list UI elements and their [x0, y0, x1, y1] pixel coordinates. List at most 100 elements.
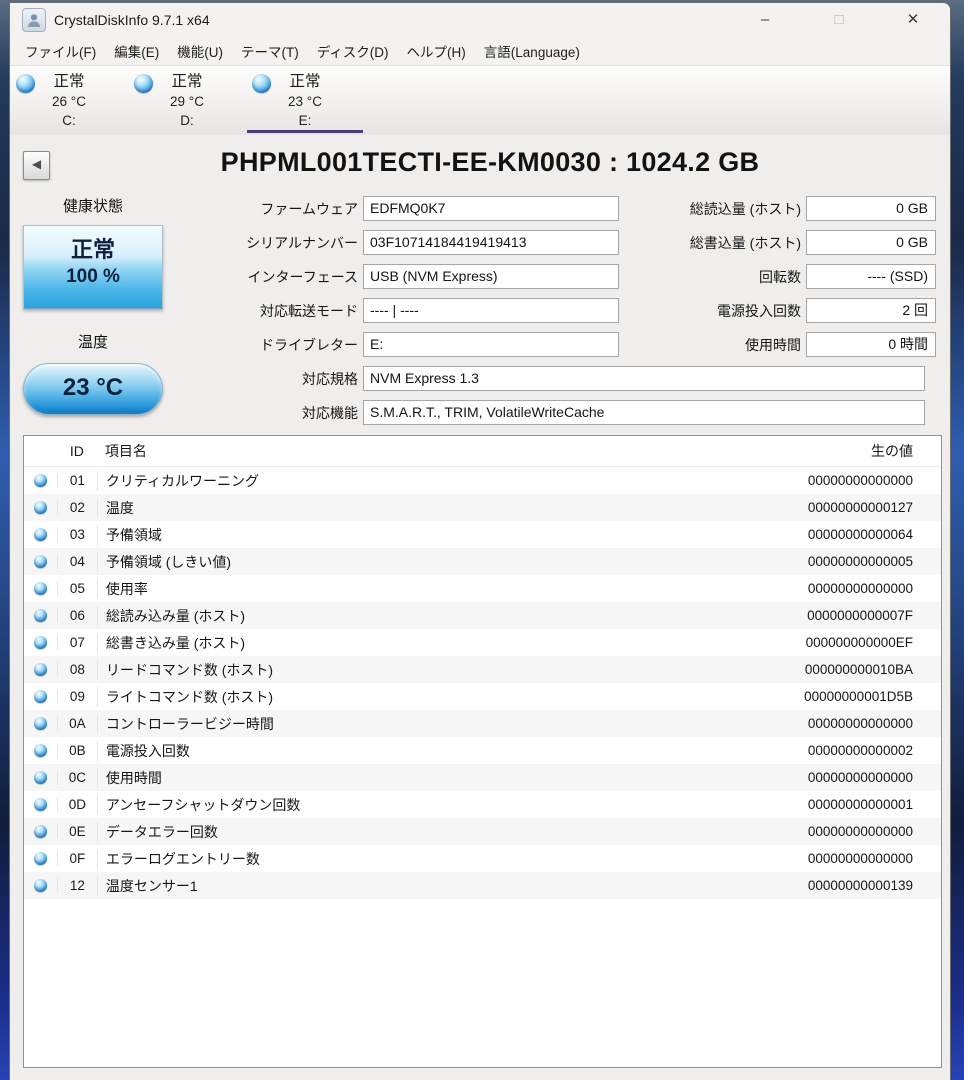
attribute-id: 06	[57, 608, 97, 623]
stat-field-row: 回転数 ---- (SSD)	[650, 264, 936, 289]
smart-attribute-row[interactable]: 12 温度センサー1 00000000000139	[24, 872, 941, 899]
attribute-id: 01	[57, 473, 97, 488]
stat-field-label: 電源投入回数	[650, 301, 801, 321]
attribute-name: 予備領域 (しきい値)	[97, 552, 723, 572]
smart-attribute-row[interactable]: 01 クリティカルワーニング 00000000000000	[24, 467, 941, 494]
attribute-status-orb-icon	[34, 501, 47, 514]
smart-attribute-row[interactable]: 02 温度 00000000000127	[24, 494, 941, 521]
attribute-name: ライトコマンド数 (ホスト)	[97, 687, 723, 707]
smart-attribute-row[interactable]: 08 リードコマンド数 (ホスト) 000000000010BA	[24, 656, 941, 683]
stat-field-value: 0 GB	[806, 230, 936, 255]
info-field-label: シリアルナンバー	[10, 233, 358, 253]
smart-attribute-row[interactable]: 0F エラーログエントリー数 00000000000000	[24, 845, 941, 872]
stat-field-row: 総読込量 (ホスト) 0 GB	[650, 196, 936, 221]
info-field-label: 対応規格	[10, 369, 358, 389]
drive-tab[interactable]: 正常 23 °C E:	[246, 66, 364, 136]
attribute-raw-value: 00000000000064	[722, 527, 941, 542]
attribute-id: 04	[57, 554, 97, 569]
smart-attribute-row[interactable]: 0D アンセーフシャットダウン回数 00000000000001	[24, 791, 941, 818]
back-arrow-button[interactable]: ◀	[23, 151, 50, 180]
info-field-label: 対応転送モード	[10, 301, 358, 321]
attribute-name: 温度	[97, 498, 723, 518]
stat-field-label: 総書込量 (ホスト)	[650, 233, 801, 253]
attribute-name: 総読み込み量 (ホスト)	[97, 606, 723, 626]
smart-attribute-row[interactable]: 04 予備領域 (しきい値) 00000000000005	[24, 548, 941, 575]
drive-model-title: PHPML001TECTI-EE-KM0030 : 1024.2 GB	[70, 147, 910, 178]
attribute-status-orb-icon	[34, 825, 47, 838]
attribute-name: 温度センサー1	[97, 876, 723, 896]
stat-field-value: 0 GB	[806, 196, 936, 221]
attribute-status-orb-icon	[34, 636, 47, 649]
attribute-status-orb-icon	[34, 474, 47, 487]
attribute-raw-value: 00000000000000	[722, 851, 941, 866]
drive-tab[interactable]: 正常 29 °C D:	[128, 66, 246, 136]
drive-status-orb-icon	[252, 74, 271, 93]
info-field-value: E:	[363, 332, 619, 357]
drive-tab[interactable]: 正常 26 °C C:	[10, 66, 128, 136]
attribute-raw-value: 00000000000000	[722, 716, 941, 731]
smart-table-header: ID 項目名 生の値	[24, 436, 941, 467]
close-button[interactable]: ✕	[898, 5, 928, 35]
menu-item[interactable]: テーマ(T)	[232, 38, 308, 64]
smart-attribute-row[interactable]: 05 使用率 00000000000000	[24, 575, 941, 602]
info-field-row: 対応機能 S.M.A.R.T., TRIM, VolatileWriteCach…	[10, 400, 925, 425]
smart-attribute-row[interactable]: 09 ライトコマンド数 (ホスト) 00000000001D5B	[24, 683, 941, 710]
attribute-name: コントローラービジー時間	[97, 714, 723, 734]
drive-tab-letter: E:	[246, 111, 364, 130]
header-name: 項目名	[97, 441, 723, 461]
attribute-id: 0D	[57, 797, 97, 812]
attribute-name: クリティカルワーニング	[97, 471, 723, 491]
smart-attribute-row[interactable]: 0B 電源投入回数 00000000000002	[24, 737, 941, 764]
smart-attributes-table: ID 項目名 生の値 01 クリティカルワーニング 00000000000000…	[23, 435, 942, 1068]
menu-item[interactable]: ディスク(D)	[308, 38, 398, 64]
info-field-value: USB (NVM Express)	[363, 264, 619, 289]
menu-item[interactable]: ファイル(F)	[16, 38, 105, 64]
smart-attribute-row[interactable]: 0C 使用時間 00000000000000	[24, 764, 941, 791]
smart-attribute-row[interactable]: 0A コントローラービジー時間 00000000000000	[24, 710, 941, 737]
drive-status-orb-icon	[16, 74, 35, 93]
menu-item[interactable]: ヘルプ(H)	[398, 38, 475, 64]
attribute-raw-value: 00000000000000	[722, 770, 941, 785]
smart-attribute-row[interactable]: 0E データエラー回数 00000000000000	[24, 818, 941, 845]
attribute-raw-value: 00000000000000	[722, 581, 941, 596]
attribute-status-orb-icon	[34, 528, 47, 541]
info-field-label: ファームウェア	[10, 199, 358, 219]
selected-tab-underline	[247, 130, 363, 133]
smart-attribute-row[interactable]: 07 総書き込み量 (ホスト) 000000000000EF	[24, 629, 941, 656]
attribute-name: エラーログエントリー数	[97, 849, 723, 869]
window-title: CrystalDiskInfo 9.7.1 x64	[54, 12, 750, 28]
menu-item[interactable]: 言語(Language)	[475, 38, 589, 64]
attribute-status-orb-icon	[34, 798, 47, 811]
info-field-row: 対応規格 NVM Express 1.3	[10, 366, 925, 391]
attribute-name: 予備領域	[97, 525, 723, 545]
maximize-button[interactable]: □	[824, 5, 854, 35]
attribute-raw-value: 00000000000001	[722, 797, 941, 812]
drive-tab-strip: 正常 26 °C C: 正常 29 °C D: 正常 23 °C E:	[10, 65, 950, 137]
attribute-name: データエラー回数	[97, 822, 723, 842]
attribute-status-orb-icon	[34, 852, 47, 865]
smart-attribute-row[interactable]: 06 総読み込み量 (ホスト) 0000000000007F	[24, 602, 941, 629]
info-field-label: 対応機能	[10, 403, 358, 423]
attribute-name: リードコマンド数 (ホスト)	[97, 660, 723, 680]
attribute-id: 08	[57, 662, 97, 677]
smart-attribute-row[interactable]: 03 予備領域 00000000000064	[24, 521, 941, 548]
smart-table-body: 01 クリティカルワーニング 00000000000000 02 温度 0000…	[24, 467, 941, 899]
drive-tab-temperature: 26 °C	[10, 92, 128, 111]
title-bar: CrystalDiskInfo 9.7.1 x64 – □ ✕	[10, 3, 950, 37]
menu-item[interactable]: 機能(U)	[168, 38, 232, 64]
attribute-status-orb-icon	[34, 582, 47, 595]
attribute-raw-value: 000000000010BA	[722, 662, 941, 677]
attribute-raw-value: 00000000000127	[722, 500, 941, 515]
attribute-raw-value: 00000000001D5B	[722, 689, 941, 704]
attribute-name: アンセーフシャットダウン回数	[97, 795, 723, 815]
attribute-name: 使用時間	[97, 768, 723, 788]
attribute-id: 12	[57, 878, 97, 893]
attribute-raw-value: 00000000000002	[722, 743, 941, 758]
app-logo-icon	[22, 8, 46, 32]
drive-detail-panel: ◀ PHPML001TECTI-EE-KM0030 : 1024.2 GB 健康…	[10, 135, 950, 1080]
attribute-name: 総書き込み量 (ホスト)	[97, 633, 723, 653]
minimize-button[interactable]: –	[750, 5, 780, 35]
attribute-status-orb-icon	[34, 663, 47, 676]
menu-item[interactable]: 編集(E)	[105, 38, 168, 64]
attribute-status-orb-icon	[34, 771, 47, 784]
